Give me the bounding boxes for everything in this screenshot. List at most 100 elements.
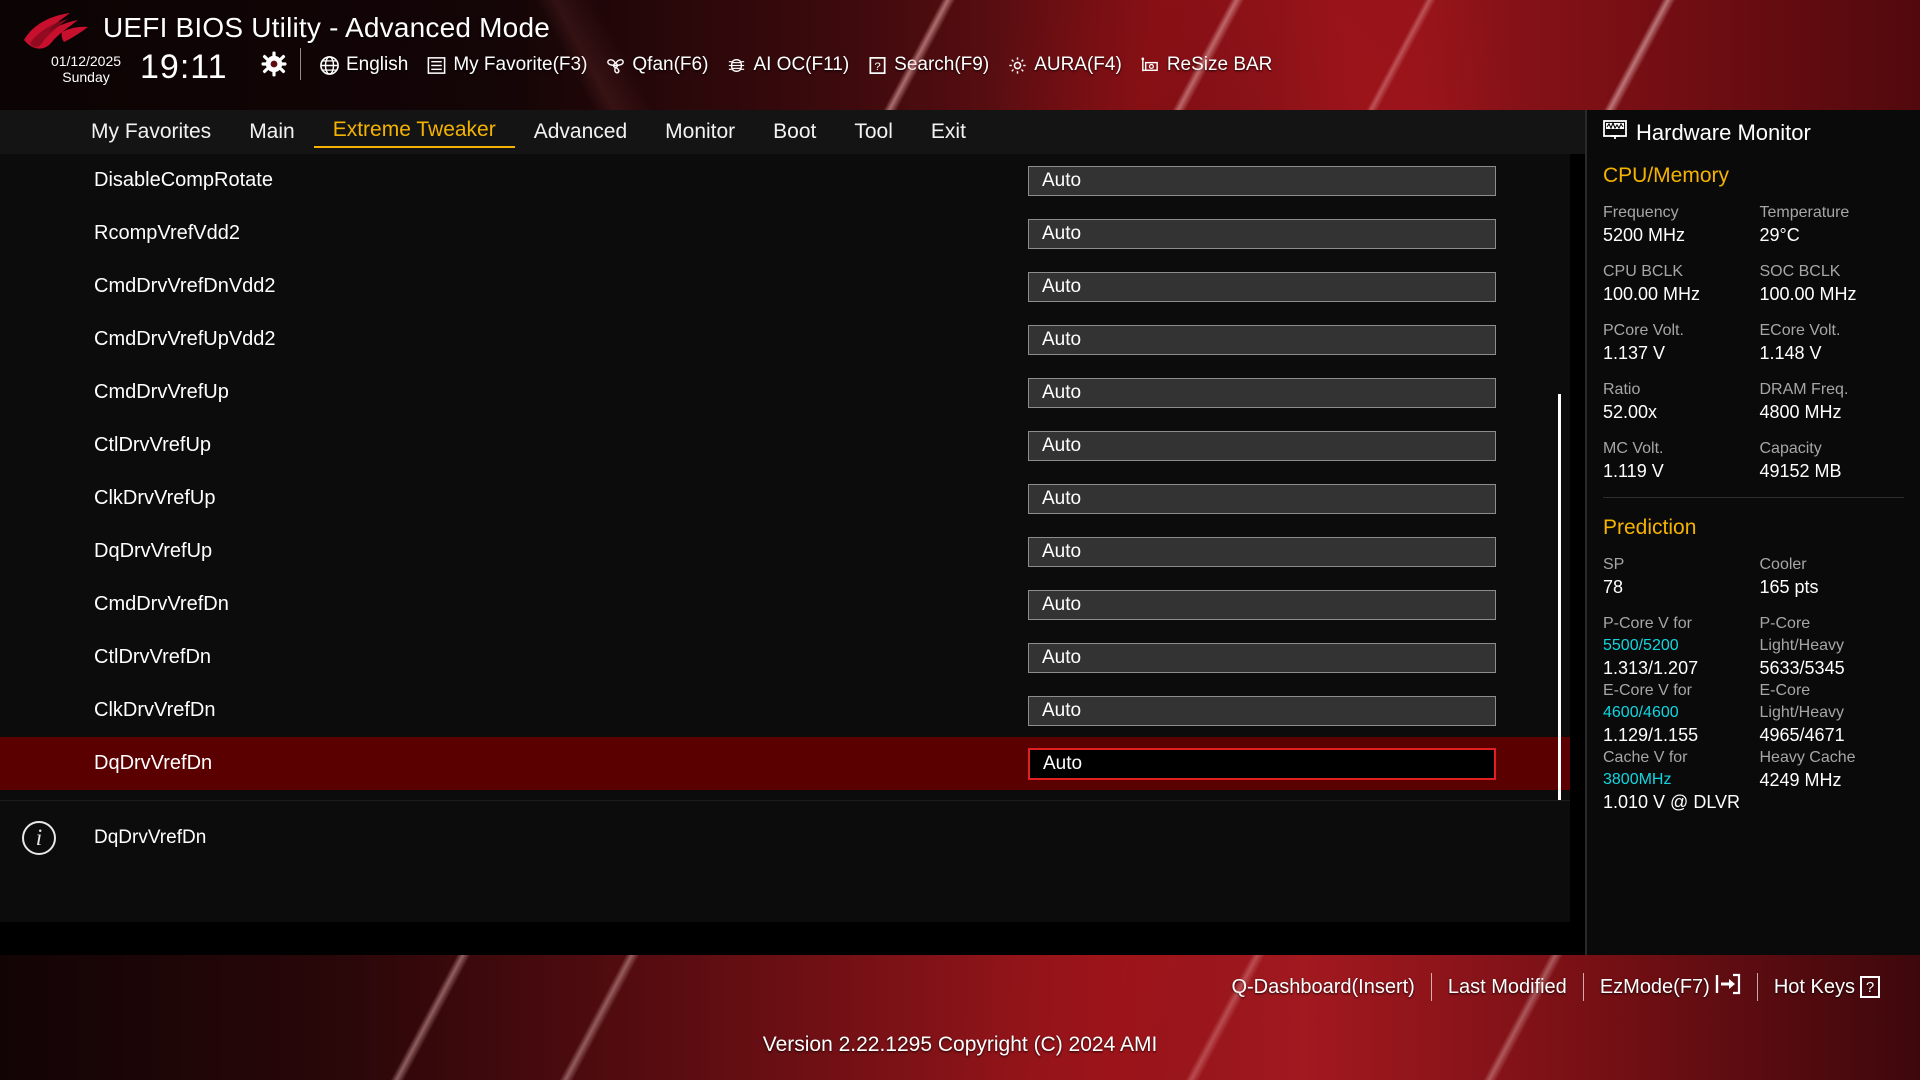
setting-row[interactable]: CmdDrvVrefUp Auto (0, 366, 1570, 419)
toolbar-item-search[interactable]: ? Search(F9) (866, 54, 989, 76)
hw-readout: PCore Volt. 1.137 V (1603, 320, 1748, 365)
hw-readout: Capacity 49152 MB (1760, 438, 1905, 483)
setting-value-field[interactable]: Auto (1028, 536, 1496, 567)
bios-screen: UEFI BIOS Utility - Advanced Mode 01/12/… (0, 0, 1920, 1080)
setting-row[interactable]: ClkDrvVrefUp Auto (0, 472, 1570, 525)
clock-text: 19:11 (140, 48, 228, 86)
toolbar-item-language[interactable]: English (318, 54, 408, 76)
settings-list: DisableCompRotate Auto RcompVrefVdd2 Auto Cm… (0, 154, 1570, 814)
hw-readout-value: 5200 MHz (1603, 225, 1686, 245)
prediction-block-key: E-Core (1759, 682, 1811, 699)
cpu-memory-readouts: Frequency 5200 MHz Temperature 29°C CPU BCLK… (1603, 188, 1904, 483)
hardware-monitor-title-text: Hardware Monitor (1636, 120, 1811, 145)
hw-readout: SOC BCLK 100.00 MHz (1760, 261, 1905, 306)
prediction-key: Cooler (1759, 556, 1807, 573)
svg-text:?: ? (874, 60, 880, 72)
setting-row[interactable]: CtlDrvVrefUp Auto (0, 419, 1570, 472)
setting-value-field[interactable]: Auto (1028, 430, 1496, 461)
aura-icon (1006, 54, 1028, 76)
toolbar-label-my-favorite: My Favorite(F3) (453, 54, 588, 75)
setting-value-field[interactable]: Auto (1028, 165, 1496, 196)
setting-row[interactable]: CmdDrvVrefDn Auto (0, 578, 1570, 631)
prediction-block-key: 4600/4600 (1603, 704, 1679, 721)
setting-value-field[interactable]: Auto (1028, 377, 1496, 408)
bottom-link-hot-keys[interactable]: Hot Keys? (1758, 976, 1896, 999)
hw-readout: Frequency 5200 MHz (1603, 202, 1748, 247)
bottom-link-label: Last Modified (1447, 975, 1567, 998)
vertical-scrollbar[interactable] (1558, 394, 1561, 814)
tab-monitor[interactable]: Monitor (646, 118, 754, 146)
prediction-block-key: Heavy Cache (1759, 749, 1856, 766)
hw-readout-key: Capacity (1759, 440, 1822, 457)
prediction-block-left: P-Core V for 5500/5200 1.313/1.207 (1603, 613, 1748, 680)
setting-value-field[interactable]: Auto (1028, 271, 1496, 302)
setting-row[interactable]: DqDrvVrefUp Auto (0, 525, 1570, 578)
hw-readout-value: 1.119 V (1603, 461, 1664, 481)
prediction-readouts-blocks: P-Core V for 5500/5200 1.313/1.207 P-Core Li… (1603, 613, 1904, 814)
setting-value-field[interactable]: Auto (1028, 324, 1496, 355)
bottom-link-ezmode-f7[interactable]: EzMode(F7) (1584, 972, 1757, 1002)
tab-extreme-tweaker[interactable]: Extreme Tweaker (313, 116, 515, 148)
fan-icon (604, 54, 626, 76)
tab-my-favorites[interactable]: My Favorites (72, 118, 230, 146)
prediction-block-key: P-Core V for (1603, 615, 1692, 632)
setting-row[interactable]: CtlDrvVrefDn Auto (0, 631, 1570, 684)
gear-icon[interactable] (258, 48, 290, 80)
toolbar-item-my-favorite[interactable]: My Favorite(F3) (425, 54, 587, 76)
bottom-link-q-dashboard-insert[interactable]: Q-Dashboard(Insert) (1215, 976, 1430, 999)
prediction-block-key: Cache V for (1603, 749, 1688, 766)
setting-label: DqDrvVrefUp (94, 540, 213, 562)
hw-readout-value: 4800 MHz (1759, 402, 1842, 422)
setting-value-field[interactable]: Auto (1028, 218, 1496, 249)
setting-value-field[interactable]: Auto (1028, 747, 1496, 780)
tab-tool[interactable]: Tool (835, 118, 912, 146)
hw-readout-value: 1.137 V (1603, 343, 1666, 363)
prediction-block-left: E-Core V for 4600/4600 1.129/1.155 (1603, 680, 1748, 747)
monitor-waveform-icon (1603, 120, 1627, 146)
prediction-value: 78 (1603, 577, 1624, 597)
help-text: DqDrvVrefDn (94, 827, 207, 848)
setting-row[interactable]: DisableCompRotate Auto (0, 154, 1570, 207)
hw-readout-value: 49152 MB (1759, 461, 1842, 481)
setting-label: ClkDrvVrefUp (94, 487, 216, 509)
setting-label: CtlDrvVrefDn (94, 646, 212, 668)
setting-row[interactable]: RcompVrefVdd2 Auto (0, 207, 1570, 260)
prediction-block-right: E-Core Light/Heavy 4965/4671 (1760, 680, 1905, 747)
prediction-block-left: Cache V for 3800MHz 1.010 V @ DLVR (1603, 747, 1748, 814)
hw-readout-key: Temperature (1759, 204, 1850, 221)
toolbar-item-aura[interactable]: AURA(F4) (1006, 54, 1122, 76)
prediction-block-right: Heavy Cache 4249 MHz (1760, 747, 1905, 814)
prediction-readout: SP 78 (1603, 554, 1748, 599)
prediction-block-key: 5500/5200 (1603, 637, 1679, 654)
hw-readout: MC Volt. 1.119 V (1603, 438, 1748, 483)
setting-value-field[interactable]: Auto (1028, 483, 1496, 514)
toolbar-item-ai-oc[interactable]: AI OC(F11) (725, 54, 849, 76)
hw-readout: ECore Volt. 1.148 V (1760, 320, 1905, 365)
panel-divider (1603, 497, 1904, 498)
tab-boot[interactable]: Boot (754, 118, 835, 146)
setting-label: DisableCompRotate (94, 169, 273, 191)
tab-advanced[interactable]: Advanced (515, 118, 646, 146)
setting-row[interactable]: CmdDrvVrefDnVdd2 Auto (0, 260, 1570, 313)
hw-readout-value: 100.00 MHz (1603, 284, 1701, 304)
prediction-block-key: E-Core V for (1603, 682, 1692, 699)
setting-row[interactable]: CmdDrvVrefUpVdd2 Auto (0, 313, 1570, 366)
tab-main[interactable]: Main (230, 118, 314, 146)
setting-value-field[interactable]: Auto (1028, 642, 1496, 673)
toolbar-item-qfan[interactable]: Qfan(F6) (604, 54, 708, 76)
bottom-link-last-modified[interactable]: Last Modified (1432, 976, 1583, 999)
setting-row[interactable]: ClkDrvVrefDn Auto (0, 684, 1570, 737)
page-title: UEFI BIOS Utility - Advanced Mode (103, 12, 550, 43)
toolbar-label-language: English (346, 54, 409, 75)
hw-readout-key: PCore Volt. (1603, 322, 1684, 339)
bottom-status-bar: Q-Dashboard(Insert) Last Modified EzMode(F… (0, 955, 1920, 1080)
tab-exit[interactable]: Exit (912, 118, 985, 146)
setting-value-field[interactable]: Auto (1028, 695, 1496, 726)
setting-value-field[interactable]: Auto (1028, 589, 1496, 620)
setting-row[interactable]: DqDrvVrefDn Auto (0, 737, 1570, 790)
hw-readout-key: SOC BCLK (1759, 263, 1841, 280)
toolbar-item-resize-bar[interactable]: ReSize BAR (1139, 54, 1272, 76)
rog-logo-icon (24, 13, 88, 49)
question-box-icon: ? (866, 54, 888, 76)
hw-readout-key: Frequency (1603, 204, 1679, 221)
